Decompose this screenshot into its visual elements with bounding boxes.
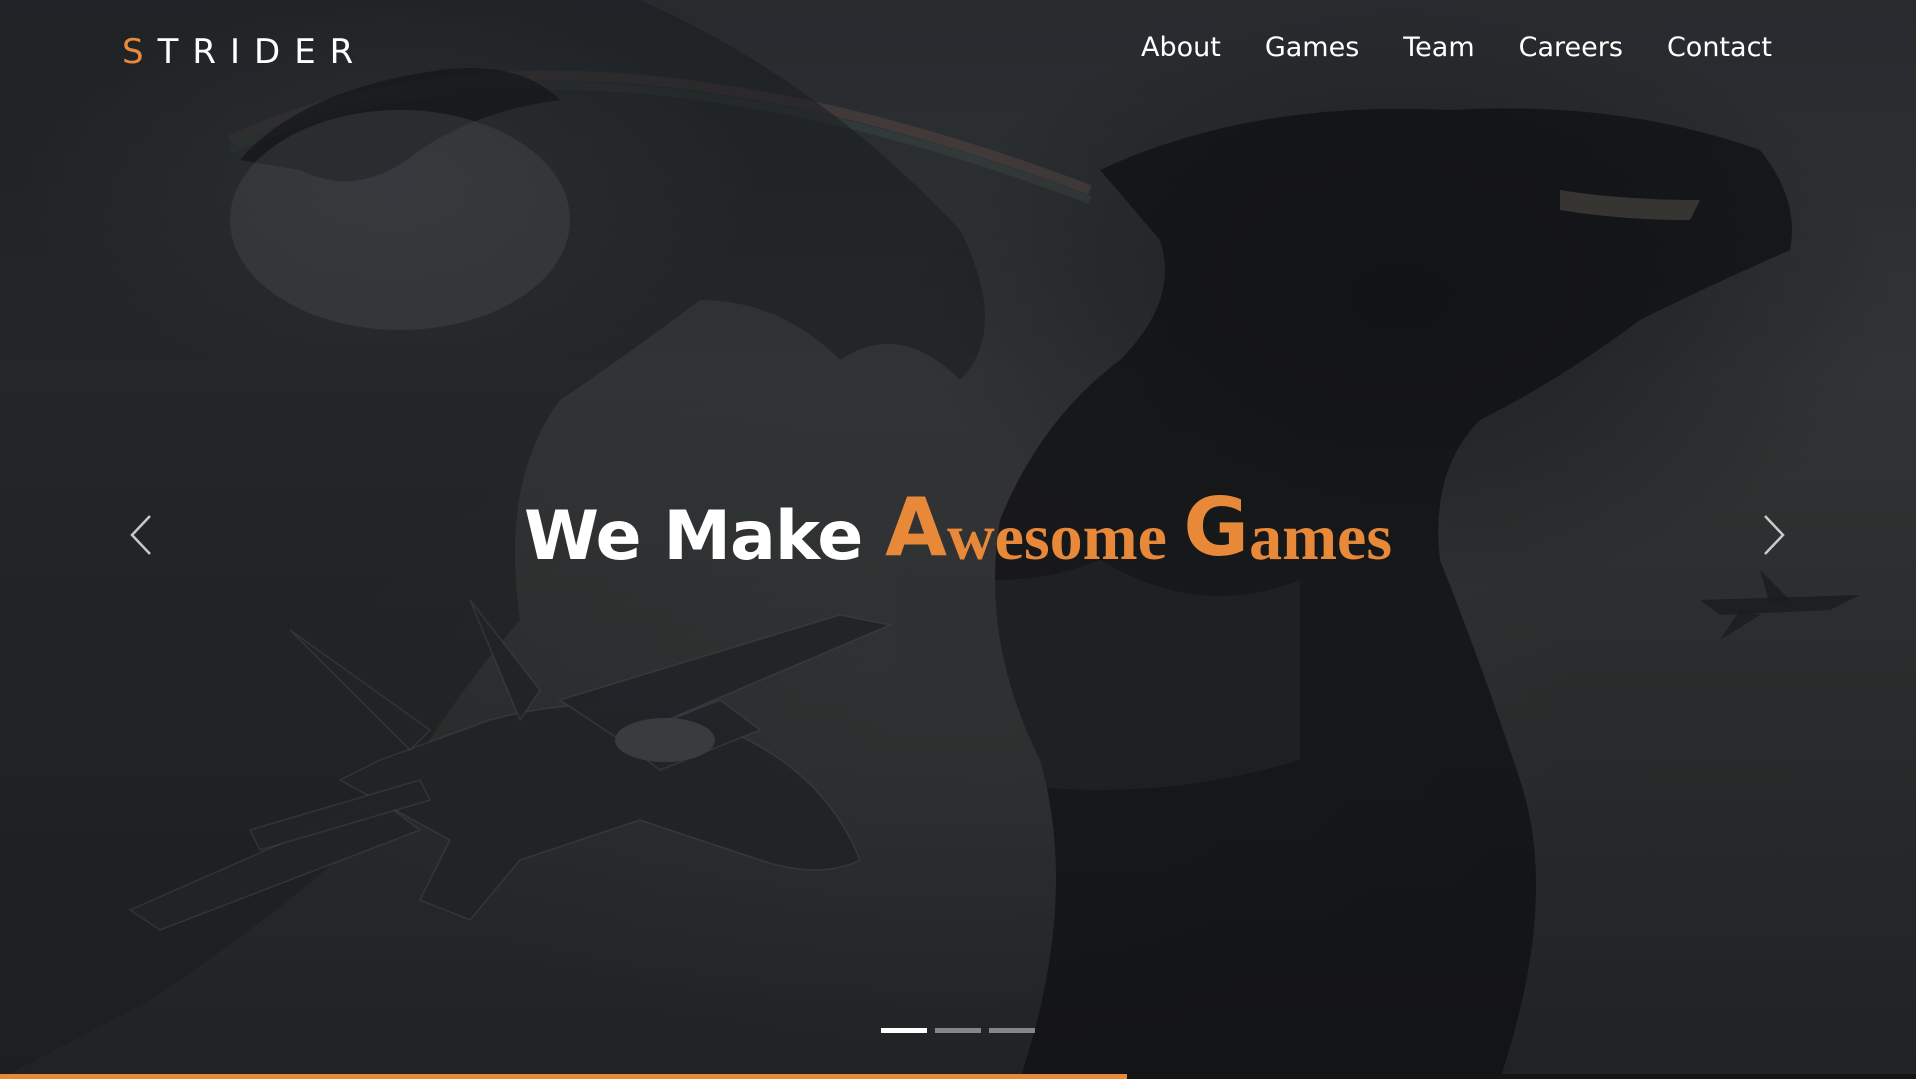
carousel-indicators: [0, 1028, 1916, 1033]
slide-progress-track: [0, 1074, 1916, 1079]
headline-white-text: We Make: [523, 497, 886, 576]
main-nav: About Games Team Careers Contact: [1141, 32, 1772, 63]
headline-accent-word-1: wesome: [946, 501, 1184, 574]
carousel-indicator-1[interactable]: [881, 1028, 927, 1033]
chevron-left-icon: [130, 515, 151, 555]
headline-accent-word-2: ames: [1249, 501, 1393, 574]
logo-wordmark-rest: TRIDER: [157, 32, 368, 72]
carousel-next-button[interactable]: [1753, 510, 1793, 560]
nav-item-games[interactable]: Games: [1265, 32, 1359, 63]
nav-item-team[interactable]: Team: [1403, 32, 1474, 63]
nav-item-about[interactable]: About: [1141, 32, 1221, 63]
headline-accent-capital-g: G: [1183, 481, 1250, 574]
carousel-indicator-2[interactable]: [935, 1028, 981, 1033]
nav-item-contact[interactable]: Contact: [1667, 32, 1772, 63]
hero-headline: We Make Awesome Games: [0, 481, 1916, 578]
carousel-indicator-3[interactable]: [989, 1028, 1035, 1033]
chevron-right-icon: [1764, 515, 1785, 555]
hero-section: S TRIDER About Games Team Careers Contact…: [0, 0, 1916, 1079]
logo-first-letter: S: [122, 32, 158, 72]
slide-progress-fill: [0, 1074, 1127, 1079]
brand-logo[interactable]: S TRIDER: [122, 32, 367, 72]
carousel-prev-button[interactable]: [122, 510, 162, 560]
headline-accent-capital-a: A: [885, 481, 947, 574]
nav-item-careers[interactable]: Careers: [1519, 32, 1623, 63]
